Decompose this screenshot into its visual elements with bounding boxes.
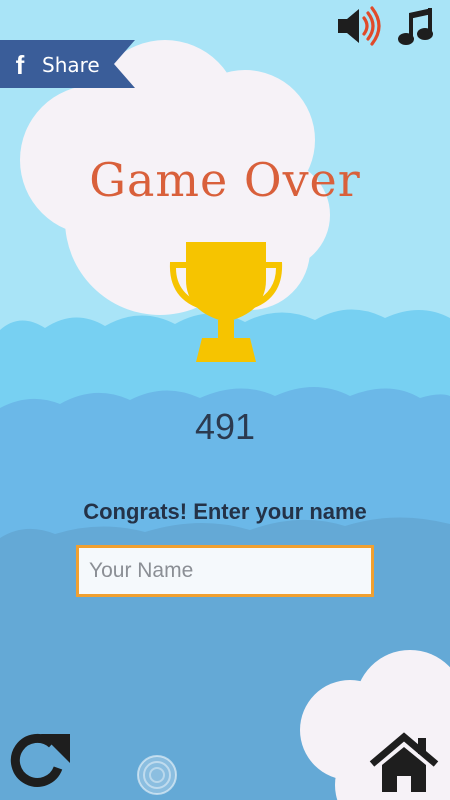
touch-indicator	[136, 754, 178, 796]
home-icon	[369, 732, 439, 792]
facebook-icon: f	[15, 50, 25, 80]
restart-button[interactable]	[8, 730, 74, 792]
score-value: 491	[194, 406, 256, 447]
game-over-screen: f Share Game Over 491 Congrats! Enter yo…	[0, 0, 450, 800]
sky-background	[0, 0, 450, 800]
congrats-prompt: Congrats! Enter your name	[83, 499, 367, 524]
music-toggle-button[interactable]	[395, 4, 443, 48]
restart-icon	[10, 733, 70, 787]
share-label: Share	[42, 53, 100, 77]
home-button[interactable]	[368, 732, 440, 796]
game-over-title: Game Over	[89, 153, 361, 207]
sound-toggle-button[interactable]	[335, 4, 383, 48]
facebook-share-button[interactable]: f Share	[0, 40, 135, 88]
player-name-input[interactable]	[76, 545, 374, 597]
speaker-volume-icon	[338, 6, 381, 46]
music-note-icon	[398, 8, 433, 45]
trophy-icon	[156, 240, 296, 369]
